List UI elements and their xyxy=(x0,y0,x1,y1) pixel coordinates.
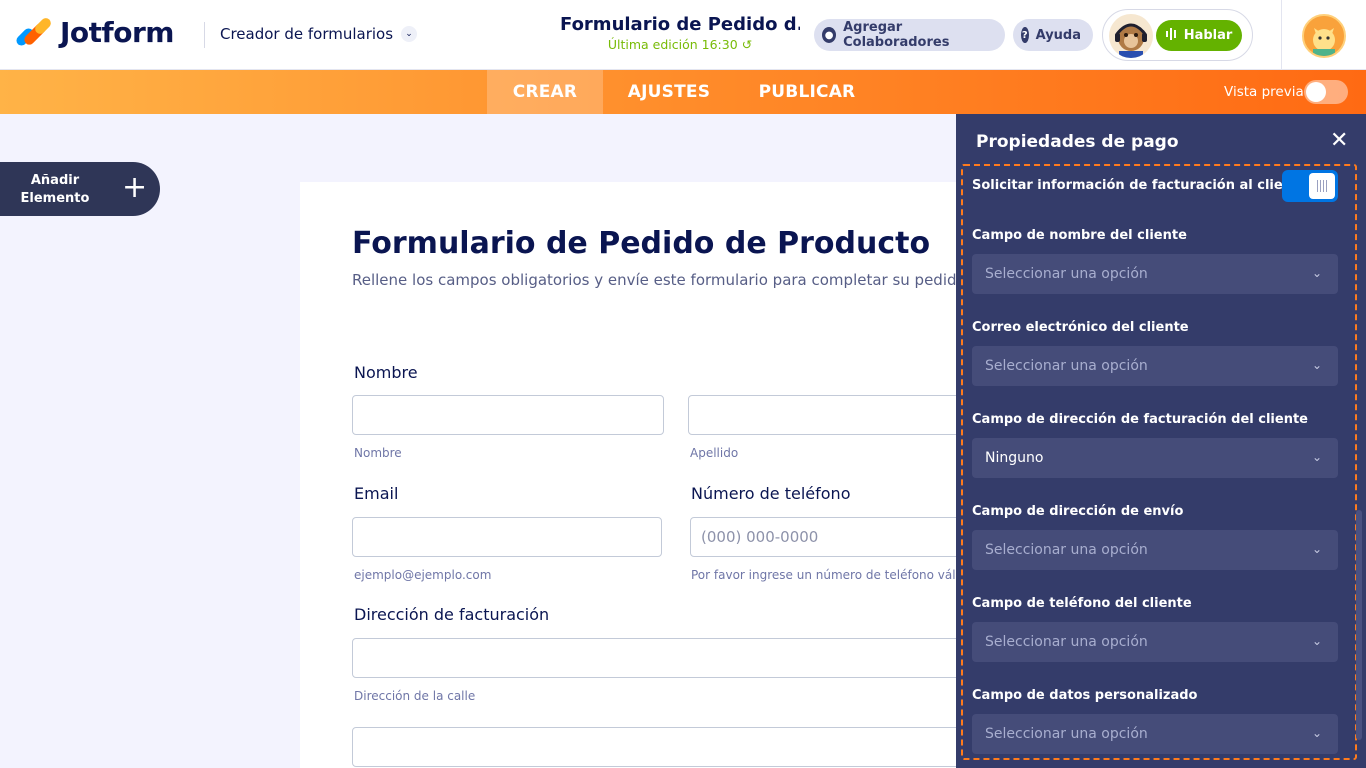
payment-properties-panel: Propiedades de pago ✕ Solicitar informac… xyxy=(956,114,1366,768)
plus-icon: + xyxy=(122,170,148,205)
voice-icon xyxy=(1165,27,1178,44)
preview-label: Vista previa xyxy=(1224,84,1304,100)
customer-email-select[interactable]: Seleccionar una opción ⌄ xyxy=(972,346,1338,386)
request-billing-toggle[interactable] xyxy=(1282,170,1338,202)
toggle-knob xyxy=(1309,173,1335,199)
custom-data-select[interactable]: Seleccionar una opción ⌄ xyxy=(972,714,1338,754)
help-button[interactable]: ? Ayuda xyxy=(1013,19,1093,51)
billing-address-field-label: Campo de dirección de facturación del cl… xyxy=(972,412,1308,427)
add-element-label-line2: Elemento xyxy=(20,191,90,206)
last-name-help: Apellido xyxy=(690,446,739,460)
caret-down-icon: ⌄ xyxy=(1311,266,1322,280)
request-billing-label: Solicitar información de facturación al … xyxy=(972,178,1307,193)
panel-title: Propiedades de pago xyxy=(976,132,1179,152)
name-field-label[interactable]: Nombre xyxy=(354,363,418,382)
header-divider-right xyxy=(1281,0,1282,70)
talk-button[interactable]: Hablar xyxy=(1156,20,1242,51)
header-divider xyxy=(204,22,205,48)
form-subheading[interactable]: Rellene los campos obligatorios y envíe … xyxy=(352,271,970,289)
customer-name-field-label: Campo de nombre del cliente xyxy=(972,228,1187,243)
first-name-input[interactable] xyxy=(352,395,664,435)
billing-address-select[interactable]: Ninguno ⌄ xyxy=(972,438,1338,478)
jotform-logo[interactable]: Jotform xyxy=(14,15,174,49)
street-address-help: Dirección de la calle xyxy=(354,689,476,703)
caret-down-icon: ⌄ xyxy=(1311,634,1322,648)
user-avatar[interactable] xyxy=(1302,14,1346,58)
add-element-label: Añadir Elemento xyxy=(18,172,92,208)
add-element-button[interactable]: Añadir Elemento + xyxy=(0,162,160,216)
first-name-help: Nombre xyxy=(354,446,402,460)
customer-email-select-value: Seleccionar una opción xyxy=(985,358,1148,374)
custom-data-select-value: Seleccionar una opción xyxy=(985,726,1148,742)
billing-address-select-value: Ninguno xyxy=(985,450,1044,466)
form-heading[interactable]: Formulario de Pedido de Producto xyxy=(352,226,930,261)
builder-label: Creador de formularios xyxy=(220,25,394,43)
panel-scrollbar[interactable] xyxy=(1356,510,1362,740)
ai-agent-widget[interactable]: Hablar xyxy=(1102,9,1253,61)
tab-ajustes[interactable]: AJUSTES xyxy=(613,70,725,114)
billing-address-label[interactable]: Dirección de facturación xyxy=(354,605,549,624)
phone-help: Por favor ingrese un número de teléfono … xyxy=(691,568,978,582)
customer-email-field-label: Correo electrónico del cliente xyxy=(972,320,1189,335)
toggle-knob xyxy=(1306,82,1326,102)
agent-avatar xyxy=(1109,14,1153,58)
customer-phone-select[interactable]: Seleccionar una opción ⌄ xyxy=(972,622,1338,662)
caret-down-icon: ⌄ xyxy=(1311,726,1322,740)
last-edited-text: Última edición 16:30 xyxy=(607,37,738,52)
email-help: ejemplo@ejemplo.com xyxy=(354,568,492,582)
jotform-logo-icon xyxy=(14,15,53,49)
email-input[interactable] xyxy=(352,517,662,557)
form-title-area[interactable]: Formulario de Pedido d... Última edición… xyxy=(560,14,800,52)
phone-placeholder: (000) 000-0000 xyxy=(701,528,819,546)
form-title[interactable]: Formulario de Pedido d... xyxy=(560,14,800,35)
shipping-address-select[interactable]: Seleccionar una opción ⌄ xyxy=(972,530,1338,570)
add-collaborators-button[interactable]: ● Agregar Colaboradores xyxy=(814,19,1005,51)
form-canvas: Formulario de Pedido de Producto Rellene… xyxy=(300,182,1012,768)
add-element-label-line1: Añadir xyxy=(30,173,80,188)
street-address-line2-input[interactable] xyxy=(352,727,1012,767)
caret-down-icon: ⌄ xyxy=(1311,358,1322,372)
phone-field-label[interactable]: Número de teléfono xyxy=(691,484,850,503)
caret-down-icon: ⌄ xyxy=(1311,450,1322,464)
top-header: Jotform Creador de formularios ⌄ Formula… xyxy=(0,0,1366,70)
preview-toggle[interactable] xyxy=(1304,80,1348,104)
refresh-icon: ↺ xyxy=(741,37,753,52)
shipping-address-select-value: Seleccionar una opción xyxy=(985,542,1148,558)
email-field-label[interactable]: Email xyxy=(354,484,398,503)
last-edited-status: Última edición 16:30 ↺ xyxy=(560,37,800,52)
user-icon: ● xyxy=(822,27,837,43)
customer-phone-select-value: Seleccionar una opción xyxy=(985,634,1148,650)
help-icon: ? xyxy=(1021,27,1029,43)
shipping-address-field-label: Campo de dirección de envío xyxy=(972,504,1184,519)
add-collaborators-label: Agregar Colaboradores xyxy=(843,20,950,50)
talk-label: Hablar xyxy=(1183,28,1233,43)
customer-name-select[interactable]: Seleccionar una opción ⌄ xyxy=(972,254,1338,294)
customer-name-select-value: Seleccionar una opción xyxy=(985,266,1148,282)
builder-navbar: CREAR AJUSTES PUBLICAR Vista previa xyxy=(0,70,1366,114)
street-address-input[interactable] xyxy=(352,638,1012,678)
chevron-down-icon: ⌄ xyxy=(401,26,418,42)
custom-data-field-label: Campo de datos personalizado xyxy=(972,688,1198,703)
close-icon[interactable]: ✕ xyxy=(1330,130,1348,152)
logo-text: Jotform xyxy=(60,16,174,49)
customer-phone-field-label: Campo de teléfono del cliente xyxy=(972,596,1192,611)
help-label: Ayuda xyxy=(1035,27,1081,43)
caret-down-icon: ⌄ xyxy=(1311,542,1322,556)
tab-crear[interactable]: CREAR xyxy=(487,70,603,114)
tab-publicar[interactable]: PUBLICAR xyxy=(750,70,864,114)
builder-dropdown[interactable]: Creador de formularios ⌄ xyxy=(220,25,418,43)
